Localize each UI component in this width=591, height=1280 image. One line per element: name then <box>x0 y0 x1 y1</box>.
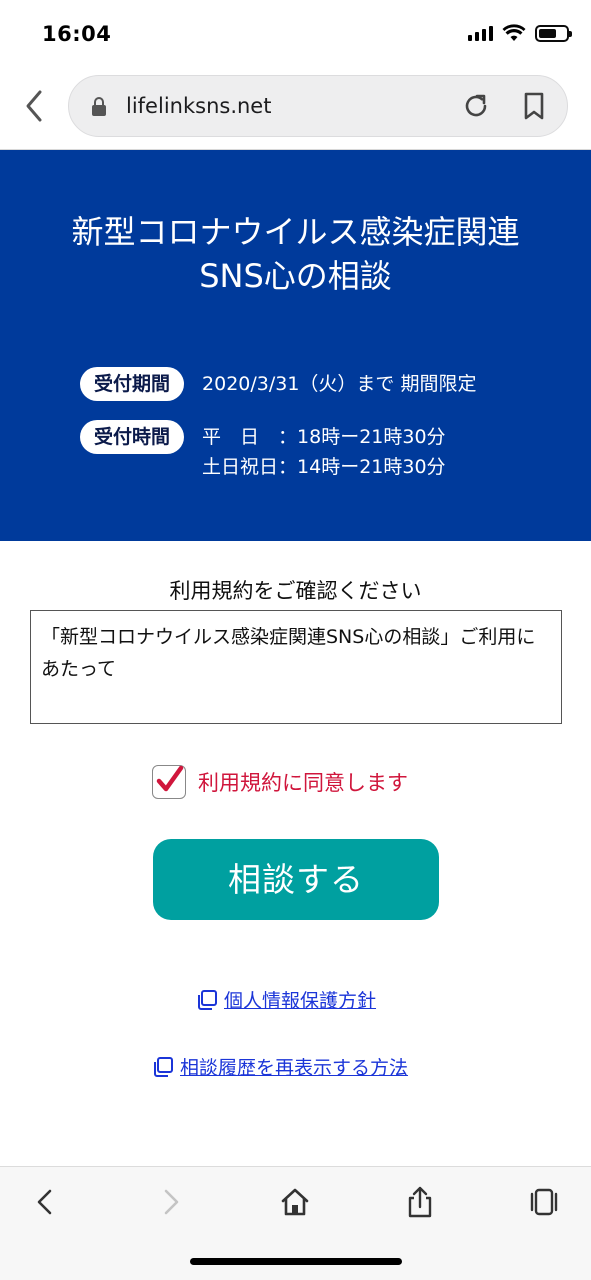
page-title: 新型コロナウイルス感染症関連 SNS心の相談 <box>0 210 591 298</box>
status-icons <box>468 24 572 42</box>
terms-text: 「新型コロナウイルス感染症関連SNS心の相談」ご利用にあたって <box>41 626 536 680</box>
reception-period-badge: 受付期間 <box>80 367 185 401</box>
bookmark-icon[interactable] <box>522 91 546 121</box>
consult-button[interactable]: 相談する <box>153 839 439 920</box>
reception-hours-row: 受付時間 平 日 ：18時ー21時30分 土日祝日：14時ー21時30分 <box>80 420 446 482</box>
terms-text-box[interactable]: 「新型コロナウイルス感染症関連SNS心の相談」ご利用にあたって <box>30 610 562 724</box>
tabs-icon[interactable] <box>527 1185 561 1219</box>
checkmark-icon <box>156 765 184 792</box>
home-indicator <box>190 1258 402 1265</box>
privacy-policy-link[interactable]: 個人情報保護方針 <box>196 986 376 1013</box>
agree-label[interactable]: 利用規約に同意します <box>198 767 408 797</box>
external-window-icon <box>154 1056 173 1077</box>
status-time: 16:04 <box>42 22 112 46</box>
reception-period-value: 2020/3/31（火）まで 期間限定 <box>202 373 477 395</box>
url-text: lifelinksns.net <box>126 94 272 118</box>
status-bar: 16:04 <box>0 0 591 70</box>
cellular-signal-icon <box>468 25 493 41</box>
reception-hours-values: 平 日 ：18時ー21時30分 土日祝日：14時ー21時30分 <box>202 420 446 482</box>
external-window-icon <box>198 989 217 1010</box>
title-line-1: 新型コロナウイルス感染症関連 <box>71 213 520 251</box>
home-icon[interactable] <box>278 1185 312 1219</box>
back-chevron-icon[interactable] <box>20 88 50 124</box>
reload-icon[interactable] <box>462 92 490 120</box>
privacy-policy-label: 個人情報保護方針 <box>224 990 377 1012</box>
history-help-label: 相談履歴を再表示する方法 <box>180 1057 409 1079</box>
agree-terms-row[interactable]: 利用規約に同意します <box>152 765 408 799</box>
agree-checkbox[interactable] <box>152 765 186 799</box>
weekday-hours: 平 日 ：18時ー21時30分 <box>202 426 446 448</box>
weekend-hours: 土日祝日：14時ー21時30分 <box>202 456 446 478</box>
lock-icon <box>92 97 106 116</box>
hero-banner: 新型コロナウイルス感染症関連 SNS心の相談 受付期間 2020/3/31（火）… <box>0 150 591 541</box>
reception-hours-badge: 受付時間 <box>80 420 185 454</box>
terms-heading: 利用規約をご確認ください <box>169 579 422 603</box>
address-field[interactable]: lifelinksns.net <box>68 75 568 137</box>
reception-period-row: 受付期間 2020/3/31（火）まで 期間限定 <box>80 367 476 401</box>
back-icon[interactable] <box>28 1185 62 1219</box>
browser-url-bar: lifelinksns.net <box>0 70 591 150</box>
wifi-icon <box>502 24 526 41</box>
forward-icon[interactable] <box>154 1185 188 1219</box>
title-line-2: SNS心の相談 <box>199 257 392 295</box>
history-help-link[interactable]: 相談履歴を再表示する方法 <box>152 1053 408 1080</box>
battery-icon <box>535 24 572 42</box>
share-icon[interactable] <box>403 1185 437 1219</box>
